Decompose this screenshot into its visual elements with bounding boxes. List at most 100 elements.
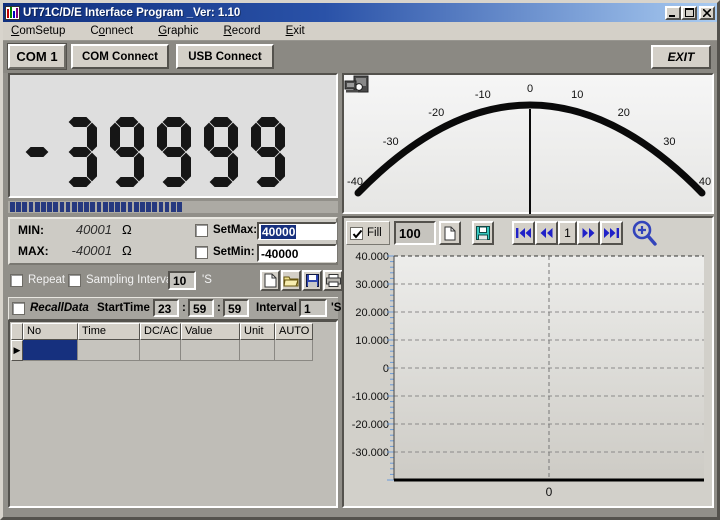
seven-segment-digit bbox=[20, 117, 50, 187]
close-icon[interactable] bbox=[699, 6, 715, 20]
meter-value bbox=[20, 117, 285, 187]
save-button[interactable] bbox=[302, 270, 322, 291]
column-header-auto[interactable]: AUTO bbox=[275, 323, 313, 340]
setmax-label: SetMax: bbox=[213, 224, 257, 236]
prev-page-button[interactable] bbox=[535, 221, 558, 245]
analog-gauge: -40-30-20-10010203040 bbox=[342, 73, 714, 214]
row-marker-header bbox=[11, 323, 23, 340]
first-page-button[interactable] bbox=[512, 221, 535, 245]
repeat-checkbox[interactable] bbox=[10, 274, 23, 287]
setmax-input[interactable]: 40000 bbox=[257, 222, 337, 240]
fill-checkbox[interactable] bbox=[350, 227, 363, 240]
gauge-tick-label: -20 bbox=[428, 107, 444, 119]
print-button[interactable] bbox=[323, 270, 343, 291]
recall-row: RecallData StartTime 23 : 59 : 59 Interv… bbox=[8, 297, 338, 320]
setmin-input[interactable]: -40000 bbox=[257, 244, 337, 262]
x-axis-tick-label: 0 bbox=[546, 485, 553, 499]
y-axis-tick-label: 10.000 bbox=[355, 335, 389, 347]
window-title: UT71C/D/E Interface Program _Ver: 1.10 bbox=[23, 7, 663, 19]
table-cell[interactable] bbox=[275, 340, 313, 361]
menu-bar: ComSetup Connect Graphic Record Exit bbox=[3, 22, 717, 41]
hour-input[interactable]: 23 bbox=[153, 299, 179, 317]
fill-option[interactable]: Fill bbox=[346, 221, 390, 245]
gauge-tick-label: 30 bbox=[663, 136, 675, 148]
column-header-value[interactable]: Value bbox=[181, 323, 240, 340]
sampling-unit-label: 'S bbox=[202, 274, 212, 286]
zoom-in-icon[interactable] bbox=[631, 220, 659, 247]
y-axis-tick-label: -10.000 bbox=[352, 391, 389, 403]
minute-input[interactable]: 59 bbox=[188, 299, 214, 317]
second-input[interactable]: 59 bbox=[223, 299, 249, 317]
menu-item-record[interactable]: Record bbox=[219, 24, 264, 38]
range-progress-bar bbox=[8, 201, 338, 213]
record-table: NoTimeDC/ACValueUnitAUTO ▶ bbox=[8, 320, 338, 508]
gauge-tick-label: 0 bbox=[527, 83, 533, 95]
open-file-button[interactable] bbox=[281, 270, 301, 291]
colon: : bbox=[182, 302, 186, 314]
y-axis-tick-label: -20.000 bbox=[352, 419, 389, 431]
save-icon bbox=[476, 226, 490, 240]
table-cell[interactable] bbox=[140, 340, 181, 361]
menu-item-exit[interactable]: Exit bbox=[282, 24, 309, 38]
seven-segment-digit bbox=[63, 117, 97, 187]
points-input[interactable]: 100 bbox=[394, 221, 436, 245]
column-header-no[interactable]: No bbox=[23, 323, 78, 340]
recall-interval-input[interactable]: 1 bbox=[299, 299, 327, 317]
last-page-button[interactable] bbox=[600, 221, 623, 245]
sampling-interval-label: Sampling Interval bbox=[86, 274, 175, 286]
max-value: -40001 bbox=[52, 243, 112, 258]
lcd-display bbox=[8, 73, 338, 198]
max-unit: Ω bbox=[122, 243, 132, 258]
minimize-icon[interactable] bbox=[665, 6, 681, 20]
next-page-button[interactable] bbox=[577, 221, 600, 245]
exit-button[interactable]: EXIT bbox=[651, 45, 711, 69]
toolbar: COM 1 COM Connect USB Connect EXIT bbox=[3, 41, 717, 73]
menu-item-comsetup[interactable]: ComSetup bbox=[7, 24, 69, 38]
column-header-time[interactable]: Time bbox=[78, 323, 140, 340]
seven-segment-digit bbox=[204, 117, 238, 187]
save-icon bbox=[306, 274, 319, 287]
trend-chart: 40.00030.00020.00010.0000-10.000-20.000-… bbox=[346, 250, 712, 506]
gauge-dial: -40-30-20-10010203040 bbox=[344, 75, 716, 216]
table-cell[interactable] bbox=[181, 340, 240, 361]
com-connect-button[interactable]: COM Connect bbox=[71, 44, 169, 69]
setmin-checkbox[interactable] bbox=[195, 246, 208, 259]
new-file-button[interactable] bbox=[260, 270, 280, 291]
table-cell[interactable] bbox=[240, 340, 275, 361]
maximize-icon[interactable] bbox=[681, 6, 697, 20]
gauge-tick-label: 10 bbox=[571, 89, 583, 101]
menu-item-connect[interactable]: Connect bbox=[86, 24, 137, 38]
column-header-dcac[interactable]: DC/AC bbox=[140, 323, 181, 340]
com-port-indicator: COM 1 bbox=[8, 44, 66, 69]
chart-panel: Fill 100 1 bbox=[342, 216, 714, 508]
seven-segment-digit bbox=[110, 117, 144, 187]
recall-checkbox[interactable] bbox=[12, 302, 25, 315]
gauge-tick-label: -30 bbox=[383, 136, 399, 148]
sampling-interval-checkbox[interactable] bbox=[68, 274, 81, 287]
gauge-tick-label: -40 bbox=[347, 176, 363, 188]
table-cell[interactable] bbox=[78, 340, 140, 361]
current-row-marker-icon: ▶ bbox=[11, 340, 23, 361]
y-axis-tick-label: 40.000 bbox=[355, 251, 389, 263]
page-number-button[interactable]: 1 bbox=[558, 221, 577, 245]
seven-segment-digit bbox=[157, 117, 191, 187]
y-axis-tick-label: 20.000 bbox=[355, 307, 389, 319]
usb-connect-button[interactable]: USB Connect bbox=[176, 44, 274, 69]
table-cell[interactable] bbox=[23, 340, 78, 361]
open-folder-icon bbox=[283, 274, 299, 287]
recall-label: RecallData bbox=[30, 302, 89, 314]
new-file-icon bbox=[264, 273, 277, 288]
starttime-label: StartTime bbox=[97, 302, 150, 314]
fill-label: Fill bbox=[367, 227, 382, 239]
menu-item-graphic[interactable]: Graphic bbox=[154, 24, 202, 38]
setmax-checkbox[interactable] bbox=[195, 224, 208, 237]
gauge-tick-label: 40 bbox=[699, 176, 711, 188]
column-header-unit[interactable]: Unit bbox=[240, 323, 275, 340]
min-unit: Ω bbox=[122, 222, 132, 237]
chart-new-button[interactable] bbox=[439, 221, 461, 245]
chart-save-button[interactable] bbox=[472, 221, 494, 245]
table-row[interactable]: ▶ bbox=[11, 340, 313, 361]
sampling-interval-input[interactable]: 10 bbox=[168, 271, 196, 290]
y-axis-tick-label: 30.000 bbox=[355, 279, 389, 291]
setmin-label: SetMin: bbox=[213, 246, 255, 258]
